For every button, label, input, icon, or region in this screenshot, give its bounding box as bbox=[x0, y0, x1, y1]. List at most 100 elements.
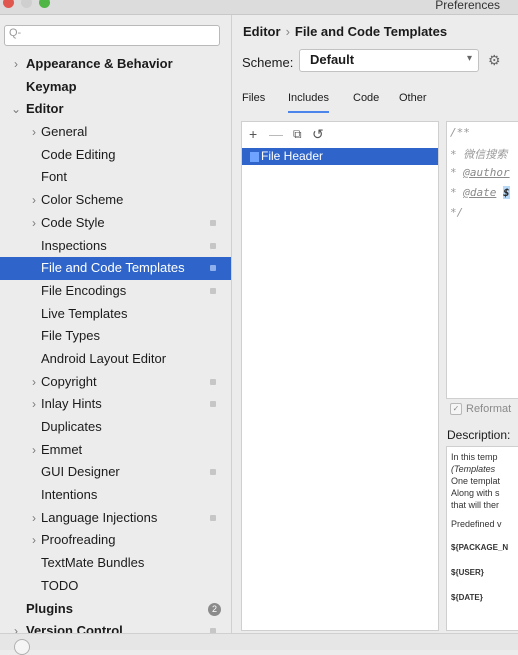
sidebar-item-label: Editor bbox=[26, 101, 64, 117]
project-scope-icon bbox=[210, 287, 216, 294]
sidebar-item-duplicates[interactable]: Duplicates bbox=[0, 416, 231, 439]
sidebar-item-android-layout-editor[interactable]: Android Layout Editor bbox=[0, 348, 231, 371]
sidebar-item-editor[interactable]: ⌄ Editor bbox=[0, 98, 231, 121]
sidebar-item-label: Inlay Hints bbox=[41, 396, 102, 412]
chevron-down-icon[interactable]: ⌄ bbox=[10, 98, 22, 121]
sidebar-item-todo[interactable]: TODO bbox=[0, 575, 231, 598]
chevron-right-icon[interactable]: › bbox=[28, 529, 40, 552]
chevron-right-icon[interactable]: › bbox=[10, 53, 22, 76]
sidebar-item-emmet[interactable]: › Emmet bbox=[0, 439, 231, 462]
chevron-down-icon: ▾ bbox=[466, 53, 472, 64]
file-icon bbox=[250, 152, 259, 162]
sidebar-item-code-editing[interactable]: Code Editing bbox=[0, 144, 231, 167]
description-variable: ${PACKAGE_N bbox=[451, 543, 509, 552]
sidebar-item-label: Font bbox=[41, 169, 68, 185]
sidebar-item-label: Copyright bbox=[41, 373, 97, 389]
sidebar-item-appearance-behavior[interactable]: › Appearance & Behavior bbox=[0, 53, 231, 76]
template-list-item[interactable]: File Header bbox=[242, 148, 438, 165]
sidebar-item-plugins[interactable]: Plugins 2 bbox=[0, 598, 231, 621]
tab-other[interactable]: Other bbox=[399, 91, 427, 111]
date-variable: $ bbox=[503, 186, 510, 199]
sidebar-item-file-types[interactable]: File Types bbox=[0, 325, 231, 348]
chevron-right-icon[interactable]: › bbox=[28, 121, 40, 144]
sidebar-item-copyright[interactable]: › Copyright bbox=[0, 371, 231, 394]
title-bar: Preferences bbox=[0, 0, 518, 15]
chevron-right-icon[interactable]: › bbox=[28, 439, 40, 462]
sidebar-item-intentions[interactable]: Intentions bbox=[0, 484, 231, 507]
sidebar-item-label: Code Style bbox=[41, 214, 105, 230]
breadcrumb-current: File and Code Templates bbox=[294, 24, 448, 39]
help-button[interactable] bbox=[14, 639, 30, 655]
template-editor[interactable]: /** * 微信搜索 * @author * @date $ */ bbox=[446, 121, 518, 399]
sidebar-item-language-injections[interactable]: › Language Injections bbox=[0, 507, 231, 530]
project-scope-icon bbox=[210, 378, 216, 385]
sidebar-item-label: Appearance & Behavior bbox=[26, 56, 173, 71]
sidebar-item-label: TextMate Bundles bbox=[41, 555, 145, 571]
sidebar-item-file-and-code-templates[interactable]: File and Code Templates bbox=[0, 257, 231, 280]
description-line: that will ther bbox=[451, 500, 500, 510]
sidebar-item-inlay-hints[interactable]: › Inlay Hints bbox=[0, 393, 231, 416]
project-scope-icon bbox=[210, 469, 216, 476]
gear-icon[interactable]: ⚙ bbox=[488, 52, 501, 69]
sidebar-item-gui-designer[interactable]: GUI Designer bbox=[0, 461, 231, 484]
close-window-button[interactable] bbox=[3, 0, 14, 8]
tab-code[interactable]: Code bbox=[353, 91, 379, 111]
template-name: File Header bbox=[261, 149, 324, 163]
chevron-right-icon[interactable]: › bbox=[28, 189, 40, 212]
sidebar-item-proofreading[interactable]: › Proofreading bbox=[0, 529, 231, 552]
tab-files[interactable]: Files bbox=[242, 91, 265, 111]
breadcrumb-separator: › bbox=[285, 24, 290, 39]
add-icon[interactable]: + bbox=[249, 126, 257, 142]
main-panel: Editor › File and Code Templates Scheme: D… bbox=[232, 15, 518, 633]
chevron-right-icon[interactable]: › bbox=[10, 620, 22, 633]
sidebar-item-label: Keymap bbox=[26, 78, 77, 94]
tab-includes[interactable]: Includes bbox=[288, 91, 329, 113]
code-prefix: * bbox=[450, 166, 464, 179]
date-tag: @date bbox=[463, 186, 497, 199]
maximize-window-button[interactable] bbox=[39, 0, 50, 8]
chevron-right-icon[interactable]: › bbox=[28, 371, 40, 394]
breadcrumb-editor[interactable]: Editor bbox=[243, 24, 281, 39]
code-line: /** bbox=[450, 126, 470, 139]
sidebar-item-label: Emmet bbox=[41, 441, 83, 457]
sidebar-item-label: Intentions bbox=[41, 487, 98, 503]
sidebar-item-live-templates[interactable]: Live Templates bbox=[0, 303, 231, 326]
sidebar-item-label: Code Editing bbox=[41, 146, 116, 162]
sidebar-item-inspections[interactable]: Inspections bbox=[0, 235, 231, 258]
code-prefix: * bbox=[450, 186, 464, 199]
sidebar-item-general[interactable]: › General bbox=[0, 121, 231, 144]
project-scope-icon bbox=[210, 265, 216, 272]
search-icon: Q- bbox=[9, 27, 22, 39]
sidebar-item-label: File and Code Templates bbox=[41, 260, 185, 276]
project-scope-icon bbox=[210, 514, 216, 521]
scheme-dropdown[interactable]: Default ▾ bbox=[299, 49, 479, 72]
sidebar-item-label: Plugins bbox=[26, 600, 73, 616]
reformat-label: Reformat bbox=[466, 403, 512, 415]
sidebar-item-keymap[interactable]: Keymap bbox=[0, 76, 231, 99]
chevron-right-icon[interactable]: › bbox=[28, 507, 40, 530]
search-input[interactable]: Q- bbox=[4, 25, 220, 46]
reformat-checkbox[interactable]: ✓ Reformat bbox=[450, 403, 512, 416]
chevron-right-icon[interactable]: › bbox=[28, 393, 40, 416]
sidebar-item-version-control[interactable]: › Version Control bbox=[0, 620, 231, 633]
minimize-window-button[interactable] bbox=[21, 0, 32, 8]
scheme-value: Default bbox=[310, 52, 355, 67]
template-list-panel: + — ⧉ ↺ File Header bbox=[241, 121, 439, 631]
sidebar-item-code-style[interactable]: › Code Style bbox=[0, 212, 231, 235]
sidebar-item-label: File Types bbox=[41, 328, 101, 344]
chevron-right-icon[interactable]: › bbox=[28, 212, 40, 235]
checkbox-checked-icon: ✓ bbox=[450, 403, 462, 416]
sidebar-item-color-scheme[interactable]: › Color Scheme bbox=[0, 189, 231, 212]
code-line: */ bbox=[450, 206, 464, 219]
template-tabs: Files Includes Code Other bbox=[232, 91, 518, 113]
description-panel: In this temp (Templates One templat Alon… bbox=[446, 446, 518, 631]
sidebar-item-file-encodings[interactable]: File Encodings bbox=[0, 280, 231, 303]
bottom-bar bbox=[0, 633, 518, 655]
sidebar-item-textmate-bundles[interactable]: TextMate Bundles bbox=[0, 552, 231, 575]
description-line: Predefined v bbox=[451, 519, 502, 529]
reset-icon[interactable]: ↺ bbox=[312, 126, 324, 143]
remove-icon[interactable]: — bbox=[269, 126, 283, 142]
copy-icon[interactable]: ⧉ bbox=[293, 127, 302, 142]
author-tag: @author bbox=[463, 166, 510, 179]
sidebar-item-font[interactable]: Font bbox=[0, 166, 231, 189]
